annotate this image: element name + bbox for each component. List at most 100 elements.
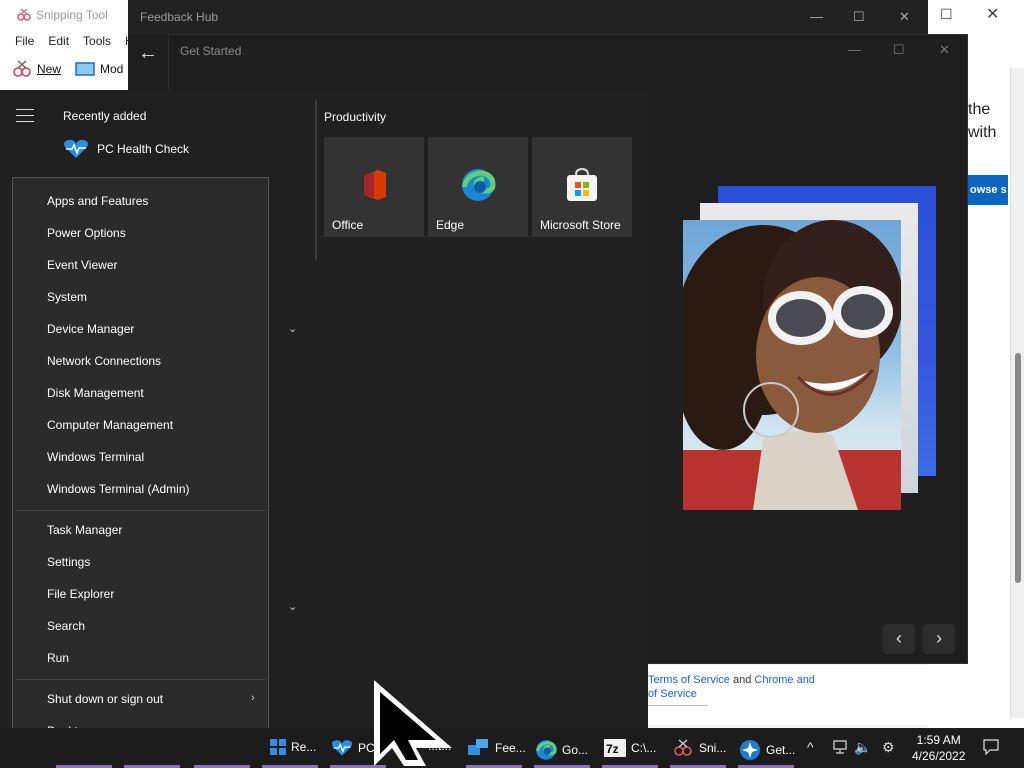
taskbar-app-2[interactable]: PC [331,739,375,757]
get-started-icon [740,740,760,760]
snipping-tool-menubar: File Edit Tools H [15,34,134,48]
taskbar-app-5[interactable]: Go... [535,739,588,761]
taskbar-app-1-label: Re... [291,740,317,754]
mode-button[interactable]: Mod [75,61,123,77]
taskbar-app-4[interactable]: Fee... [468,739,526,757]
feedback-close-icon[interactable]: ✕ [899,9,910,25]
heart-pulse-icon [331,740,353,756]
menu-item-settings[interactable]: Settings [47,555,90,569]
clock-date: 4/26/2022 [912,749,966,763]
tile-microsoft-store[interactable]: Microsoft Store [532,137,632,237]
tile-store-label: Microsoft Store [540,218,621,232]
recent-app-pc-health-check[interactable]: PC Health Check [63,139,189,159]
browser-text-line-1: the [968,101,991,118]
feedback-hub-titlebar: Feedback Hub — ☐ ✕ [128,0,928,34]
menu-tools[interactable]: Tools [83,34,111,48]
volume-icon[interactable]: 🔈 [854,739,871,756]
menu-separator-2 [16,679,266,680]
edge-icon [535,740,557,760]
browser-scroll-thumb[interactable] [1015,353,1021,583]
heart-pulse-icon [64,139,88,158]
tile-edge-label: Edge [436,218,465,232]
chrome-terms-link[interactable]: Chrome and [754,674,815,686]
menu-item-task-manager[interactable]: Task Manager [47,523,122,537]
get-started-maximize-icon[interactable]: ☐ [893,42,905,58]
previous-button[interactable]: ‹ [883,624,915,654]
notification-icon[interactable] [983,739,999,755]
menu-item-apps-and-features[interactable]: Apps and Features [47,194,148,208]
settings-gear-icon[interactable]: ⚙ [882,739,895,756]
chevron-up-icon[interactable]: ^ [807,739,814,755]
taskbar-app-4-label: Fee... [495,741,526,755]
menu-item-windows-terminal[interactable]: Windows Terminal [47,450,144,464]
snipping-icon [674,739,692,756]
chevron-down-icon-2[interactable]: ⌄ [288,600,297,613]
productivity-heading: Productivity [324,110,387,124]
browser-blue-button[interactable]: owse s [968,175,1008,205]
taskbar-app-7-label: Sni... [699,741,727,755]
tile-edge[interactable]: Edge [428,137,528,237]
feedback-maximize-icon[interactable]: ☐ [853,9,865,25]
menu-edit[interactable]: Edit [48,34,69,48]
store-icon [567,167,597,201]
office-icon [364,170,386,200]
chevron-down-icon[interactable]: ⌄ [288,322,297,335]
mode-label: Mod [100,62,124,76]
recently-added-heading: Recently added [63,109,147,123]
hamburger-menu-icon[interactable] [16,109,34,127]
taskbar-app-5-label: Go... [562,743,589,757]
menu-item-system[interactable]: System [47,290,87,304]
taskbar-app-1[interactable]: Re... [270,739,316,755]
photo-card-front [683,220,901,510]
new-snip-label: New [37,62,62,76]
menu-item-search[interactable]: Search [47,619,85,633]
feedback-hub-title: Feedback Hub [140,10,219,24]
menu-item-device-manager[interactable]: Device Manager [47,322,134,336]
menu-item-file-explorer[interactable]: File Explorer [47,587,114,601]
start-menu-divider [315,100,317,260]
feedback-minimize-icon[interactable]: — [810,9,823,24]
menu-item-event-viewer[interactable]: Event Viewer [47,258,117,272]
quick-link-menu: Apps and Features Power Options Event Vi… [12,177,269,755]
menu-item-network-connections[interactable]: Network Connections [47,354,161,368]
back-arrow-icon[interactable]: ← [138,42,158,65]
taskbar-app-6[interactable]: 7z C:\... [604,739,656,757]
of-service-link[interactable]: of Service [648,688,697,700]
menu-item-run[interactable]: Run [47,651,69,665]
menu-file[interactable]: File [15,34,34,48]
menu-item-windows-terminal-admin[interactable]: Windows Terminal (Admin) [47,482,189,496]
rectangle-mode-icon [75,62,95,76]
tile-office-label: Office [332,218,364,232]
woman-portrait-illustration [683,220,901,510]
menu-item-shut-down-or-sign-out[interactable]: Shut down or sign out [47,692,163,706]
browser-close-icon[interactable]: ✕ [986,4,999,24]
snipping-tool-title-text: Snipping Tool [36,8,108,22]
menu-item-power-options[interactable]: Power Options [47,226,126,240]
terms-underline [648,705,708,706]
taskbar-clock[interactable]: 1:59 AM 4/26/2022 [912,732,965,764]
tile-office[interactable]: Office [324,137,424,237]
browser-scrollbar[interactable] [1010,68,1024,718]
submenu-arrow-icon: › [251,692,255,704]
taskbar-app-8-label: Get... [766,743,796,757]
terms-of-service-link[interactable]: Terms of Service [648,674,730,686]
menu-separator [16,510,266,511]
terms-and-text: and [729,674,755,686]
get-started-minimize-icon[interactable]: — [848,42,861,57]
next-button[interactable]: › [923,624,955,654]
snipping-toolbar: New Mod [12,60,123,78]
get-started-close-icon[interactable]: ✕ [939,42,950,58]
browser-maximize-icon[interactable]: ☐ [940,6,953,23]
snipping-tool-icon [17,8,31,21]
terms-text-block: Terms of Service and Chrome and of Servi… [648,665,938,725]
menu-item-computer-management[interactable]: Computer Management [47,418,173,432]
7zip-icon: 7z [604,739,626,757]
get-started-title: Get Started [180,44,242,58]
network-icon[interactable] [832,739,848,755]
taskbar-app-7[interactable]: Sni... [672,739,726,757]
clock-time: 1:59 AM [916,733,961,747]
menu-item-disk-management[interactable]: Disk Management [47,386,144,400]
taskbar-app-8[interactable]: Get... [739,739,795,761]
new-snip-button[interactable]: New [12,60,61,78]
mouse-cursor-icon [374,680,452,766]
